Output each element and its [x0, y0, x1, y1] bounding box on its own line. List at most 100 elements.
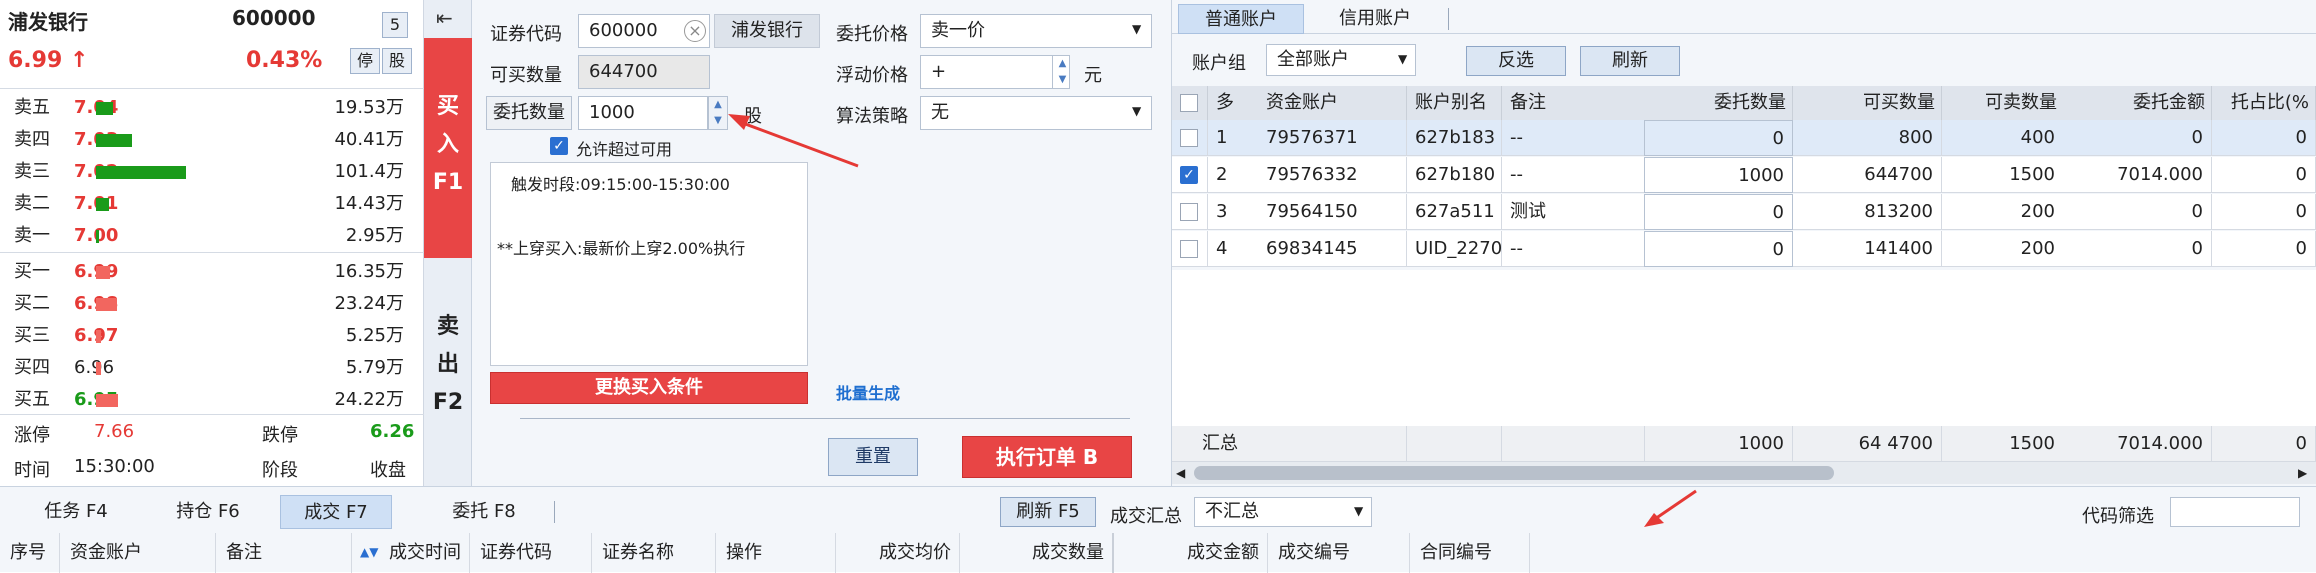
execute-order-button[interactable]: 执行订单 B	[962, 436, 1132, 478]
tab-separator	[554, 501, 555, 523]
ask-label: 卖四	[14, 129, 50, 150]
bid-volume-bar	[96, 298, 117, 311]
tab-buy-char2: 入	[436, 132, 459, 157]
account-cell-ratio: 0	[2212, 120, 2316, 156]
ask-row: 卖五7.0419.53万	[0, 92, 424, 124]
trade-col-header[interactable]: 证券代码	[470, 533, 592, 573]
ask-volume: 40.41万	[334, 129, 404, 150]
row-checkbox[interactable]	[1180, 203, 1198, 221]
account-cell-alias: 627a511	[1407, 194, 1502, 230]
bid-volume: 24.22万	[334, 389, 404, 410]
trade-col-header[interactable]: 资金账户	[60, 533, 216, 573]
tab-tasks[interactable]: 任务 F4	[20, 495, 132, 529]
reset-button[interactable]: 重置	[828, 438, 918, 476]
trade-col-header[interactable]: 证券名称	[592, 533, 716, 573]
change-condition-button[interactable]: 更换买入条件	[490, 372, 808, 404]
batch-generate-link[interactable]: 批量生成	[836, 380, 900, 404]
tab-buy-f1[interactable]: 买 入 F1	[424, 38, 472, 258]
float-label: 浮动价格	[836, 65, 908, 86]
bid-label: 买一	[14, 261, 50, 282]
select-all-checkbox[interactable]	[1180, 94, 1198, 112]
badge-five[interactable]: 5	[382, 12, 408, 38]
stock-name: 浦发银行	[8, 10, 88, 34]
chevron-down-icon[interactable]: ▼	[1354, 504, 1363, 518]
tab-normal-account[interactable]: 普通账户	[1178, 4, 1304, 34]
chevron-left-icon[interactable]: ◀	[1176, 466, 1185, 480]
summary-qty: 1000	[1644, 426, 1793, 462]
tab-positions[interactable]: 持仓 F6	[152, 495, 264, 529]
condition-box[interactable]: 触发时段:09:15:00-15:30:00 **上穿买入:最新价上穿2.00%…	[490, 162, 808, 366]
float-stepper[interactable]: ▲ ▼	[1052, 56, 1072, 88]
trade-col-header[interactable]: 合同编号	[1410, 533, 1530, 573]
col-header-account: 资金账户	[1258, 86, 1407, 120]
tab-sell-f2[interactable]: 卖 出 F2	[424, 300, 472, 450]
account-cell-qty[interactable]: 0	[1644, 231, 1793, 267]
tab-credit-account[interactable]: 信用账户	[1312, 4, 1438, 34]
collapse-left-icon[interactable]: ⇤	[436, 6, 453, 30]
qty-label-button[interactable]: 委托数量	[486, 96, 572, 130]
limit-up-value: 7.66	[94, 421, 135, 442]
trade-col-header[interactable]: 成交均价	[836, 533, 960, 573]
price-select[interactable]: 卖一价	[920, 14, 1152, 48]
time-label: 时间	[14, 460, 50, 481]
trade-col-header[interactable]: 序号	[0, 533, 60, 573]
account-cell-idx: 2	[1208, 157, 1259, 193]
ask-row: 卖三7.02101.4万	[0, 156, 424, 188]
account-cell-sellable: 1500	[1942, 157, 2064, 193]
bid-row: 买二6.9823.24万	[0, 288, 424, 320]
stop-button[interactable]: 停	[350, 48, 380, 74]
row-checkbox[interactable]	[1180, 240, 1198, 258]
account-cell-chk[interactable]	[1172, 231, 1208, 267]
refresh-button[interactable]: 刷新	[1580, 46, 1680, 76]
tab-trades[interactable]: 成交 F7	[280, 495, 392, 529]
scrollbar-thumb[interactable]	[1194, 466, 1834, 480]
chevron-down-icon[interactable]: ▼	[1132, 22, 1141, 36]
allow-exceed-checkbox[interactable]: ✓	[550, 137, 568, 155]
account-cell-qty[interactable]: 0	[1644, 120, 1793, 156]
row-checkbox[interactable]: ✓	[1180, 166, 1198, 184]
chevron-down-icon[interactable]: ▼	[1132, 104, 1141, 118]
chevron-right-icon[interactable]: ▶	[2298, 466, 2307, 480]
invert-select-button[interactable]: 反选	[1466, 46, 1566, 76]
summary-sellable: 1500	[1942, 426, 2064, 462]
col-header-chk[interactable]	[1172, 86, 1208, 120]
trade-col-header[interactable]: 成交编号	[1268, 533, 1410, 573]
clear-icon[interactable]: ×	[684, 20, 706, 42]
trade-col-header[interactable]: 成交金额	[1114, 533, 1268, 573]
chevron-up-icon[interactable]: ▲	[1053, 56, 1072, 72]
tab-orders[interactable]: 委托 F8	[428, 495, 540, 529]
ask-row: 卖四7.0340.41万	[0, 124, 424, 156]
stock-button[interactable]: 股	[382, 48, 412, 74]
group-select[interactable]: 全部账户	[1266, 44, 1416, 76]
account-cell-chk[interactable]	[1172, 194, 1208, 230]
algo-select[interactable]: 无	[920, 96, 1152, 130]
row-checkbox[interactable]	[1180, 129, 1198, 147]
code-filter-input[interactable]	[2170, 497, 2300, 527]
bid-volume-bar	[96, 266, 110, 279]
stock-code: 600000	[232, 6, 316, 30]
float-unit: 元	[1084, 65, 1102, 86]
sort-icon[interactable]: ▲▼	[360, 545, 378, 559]
chevron-down-icon[interactable]: ▼	[1398, 52, 1407, 66]
account-cell-amount: 7014.000	[2063, 157, 2212, 193]
trade-col-header[interactable]: 成交数量	[960, 533, 1114, 573]
chevron-down-icon[interactable]: ▼	[1053, 72, 1072, 88]
account-cell-ratio: 0	[2212, 157, 2316, 193]
refresh-f5-button[interactable]: 刷新 F5	[1000, 497, 1096, 527]
account-cell-chk[interactable]: ✓	[1172, 157, 1208, 193]
account-cell-qty[interactable]: 1000	[1644, 157, 1793, 193]
float-price-input[interactable]: +	[920, 55, 1070, 89]
col-header-alias: 账户别名	[1407, 86, 1502, 120]
trade-summary-select[interactable]: 不汇总	[1194, 497, 1372, 527]
account-cell-chk[interactable]	[1172, 120, 1208, 156]
tab-buy-char1: 买	[436, 94, 459, 119]
bid-label: 买二	[14, 293, 50, 314]
account-cell-amount: 0	[2063, 120, 2212, 156]
col-header-note: 备注	[1502, 86, 1645, 120]
trade-col-header[interactable]: 备注	[216, 533, 352, 573]
time-value: 15:30:00	[74, 456, 155, 477]
qty-input[interactable]: 1000	[578, 96, 708, 130]
horizontal-scrollbar[interactable]: ◀ ▶	[1172, 462, 2316, 484]
account-cell-qty[interactable]: 0	[1644, 194, 1793, 230]
trade-col-header[interactable]: 操作	[716, 533, 836, 573]
